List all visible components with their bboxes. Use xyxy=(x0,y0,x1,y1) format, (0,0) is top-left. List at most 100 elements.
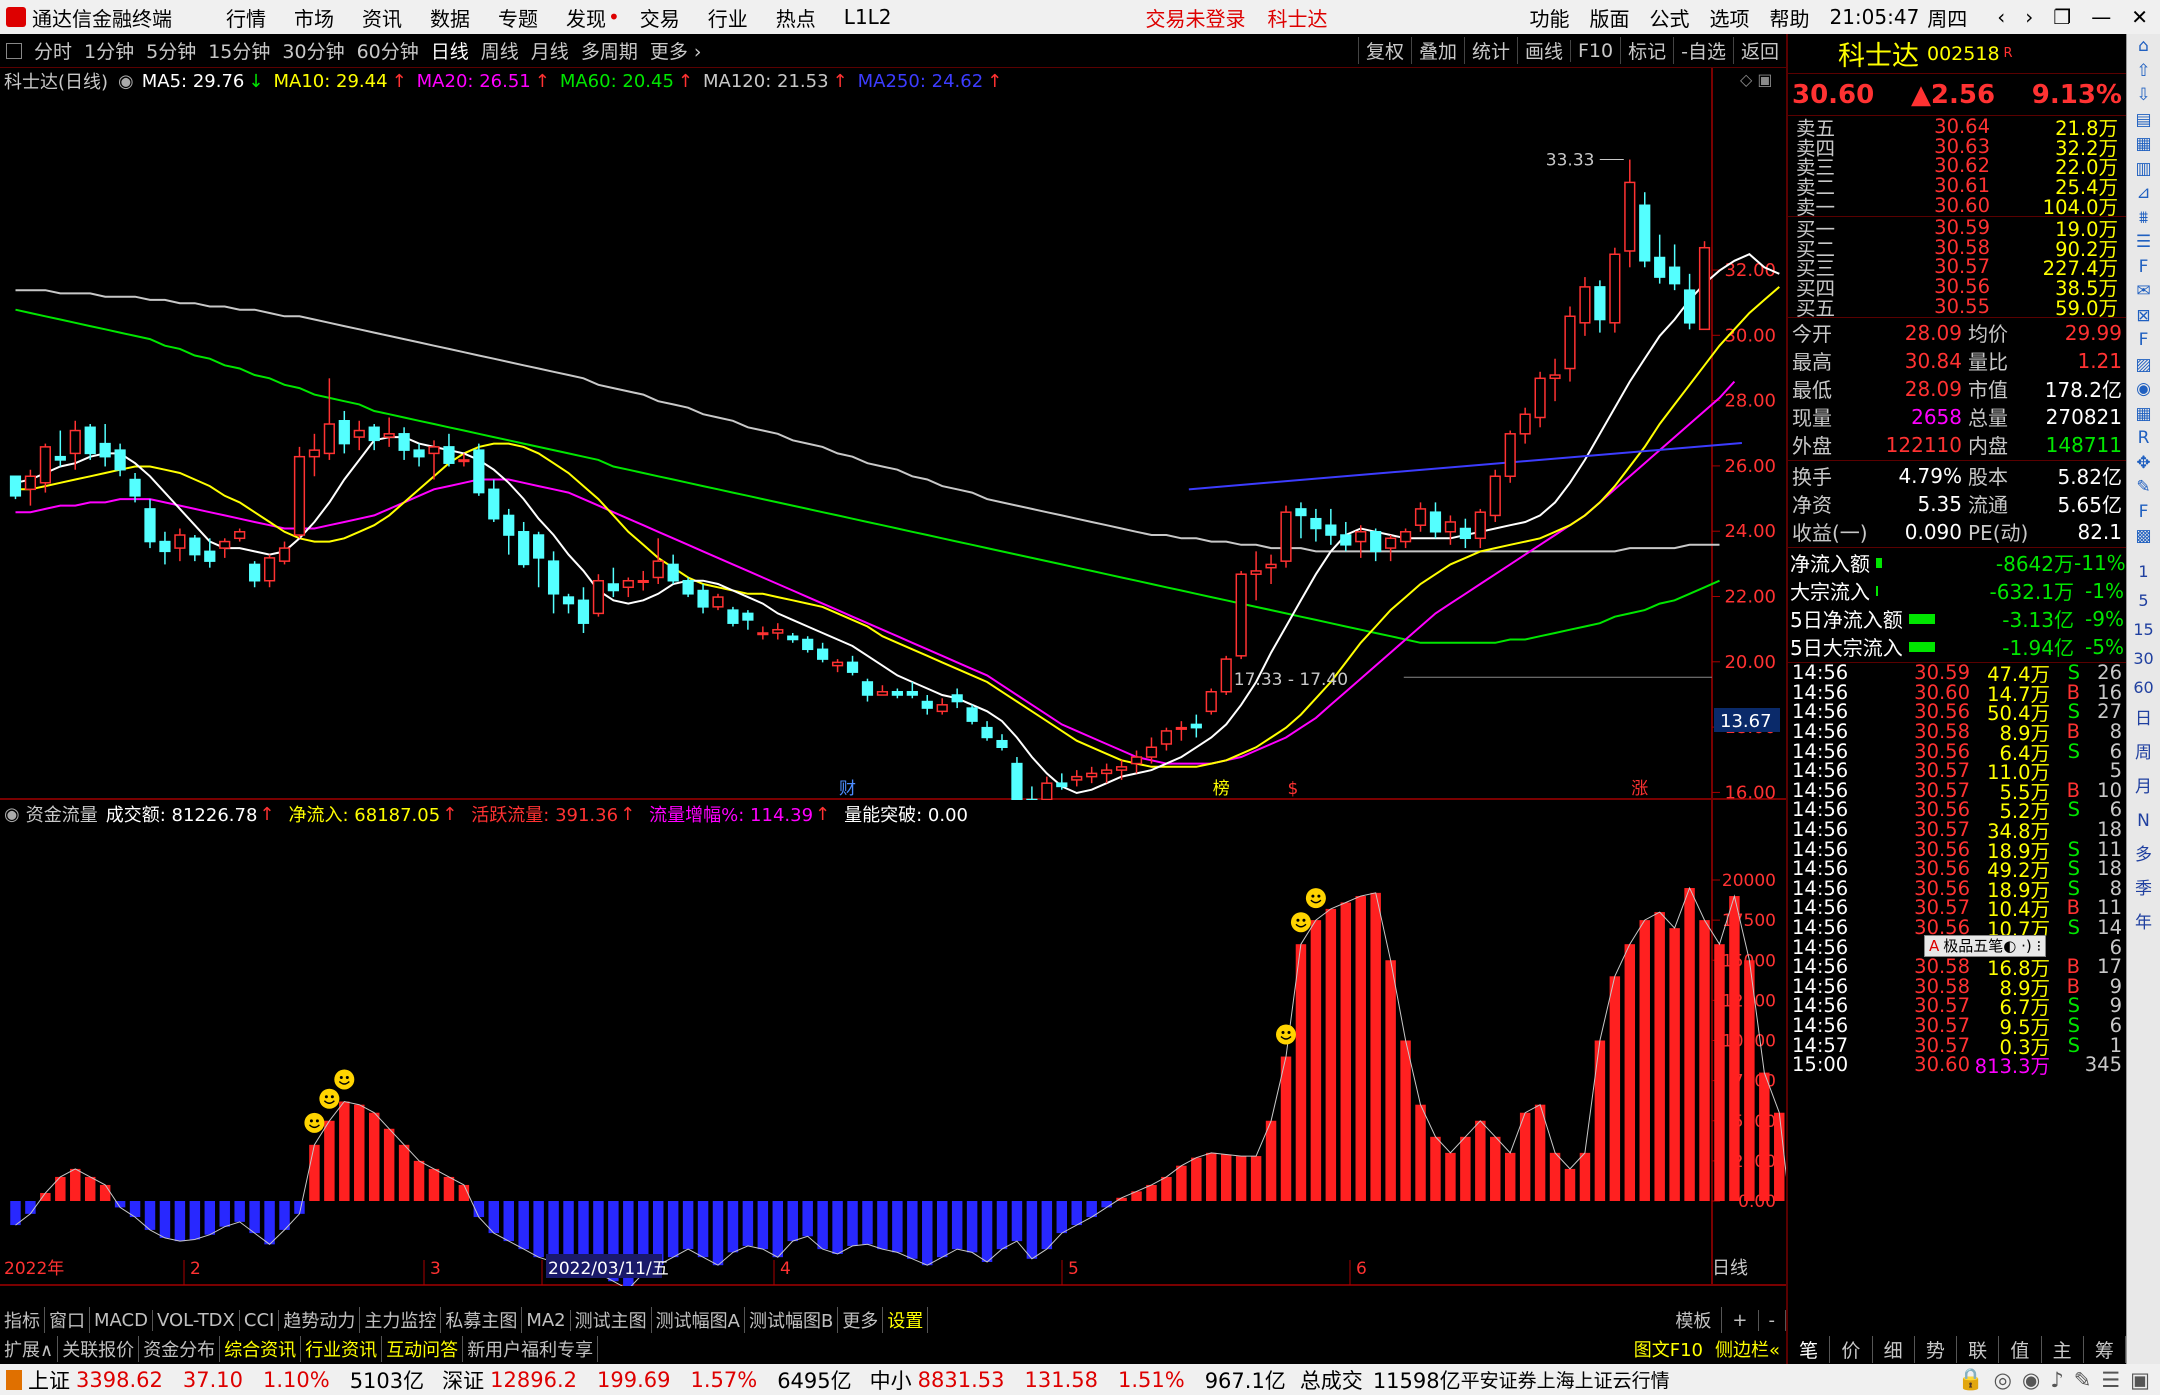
candle[interactable] xyxy=(637,579,649,583)
flow-bar[interactable] xyxy=(951,1201,963,1250)
menu-item-4[interactable]: 专题 xyxy=(484,3,552,32)
flow-bar[interactable] xyxy=(1729,896,1740,1201)
flow-bar[interactable] xyxy=(174,1201,186,1242)
flow-bar[interactable] xyxy=(354,1104,365,1201)
tool-button-6[interactable]: -自选 xyxy=(1673,37,1733,64)
panel-tab-1[interactable]: 价 xyxy=(1830,1335,1873,1363)
grid-icon[interactable]: ▦ xyxy=(2127,132,2160,157)
flow-bar[interactable] xyxy=(907,1201,918,1259)
flow-bar[interactable] xyxy=(892,1201,903,1253)
flow-bar[interactable] xyxy=(772,1201,784,1258)
candle[interactable] xyxy=(1175,726,1187,730)
sound-icon[interactable]: ♪ xyxy=(2050,1368,2063,1392)
sidebar-item-2[interactable]: 月 xyxy=(2127,770,2160,804)
candle[interactable] xyxy=(622,579,634,589)
index-tickers[interactable]: 上证 3398.62 37.10 1.10% 5103亿 深证 12896.2 199.69 1… xyxy=(28,1365,1286,1395)
flow-bar[interactable] xyxy=(757,1201,769,1250)
period-tab-9[interactable]: 多周期 xyxy=(575,37,644,64)
period-tab-10[interactable]: 更多 › xyxy=(644,37,708,64)
panel-tab-6[interactable]: 主 xyxy=(2042,1335,2084,1363)
candle[interactable] xyxy=(831,661,844,667)
rsi-icon[interactable]: R xyxy=(2127,426,2160,451)
flow-bar[interactable] xyxy=(413,1160,425,1201)
indicator-tab-10[interactable]: 测试幅图A xyxy=(652,1307,745,1333)
chart-icon[interactable]: ⊿ xyxy=(2127,181,2160,206)
flow-bar[interactable] xyxy=(1744,960,1755,1201)
candle[interactable] xyxy=(1489,475,1501,517)
indicator-tab-3[interactable]: VOL-TDX xyxy=(153,1309,240,1331)
candle[interactable] xyxy=(1444,521,1457,533)
candle[interactable] xyxy=(1519,413,1531,435)
flow-bar[interactable] xyxy=(204,1201,216,1235)
flow-bar[interactable] xyxy=(1624,944,1636,1201)
tool-button-7[interactable]: 返回 xyxy=(1732,37,1786,64)
candle[interactable] xyxy=(219,540,231,549)
candle[interactable] xyxy=(861,681,874,696)
flow-bar[interactable] xyxy=(697,1201,709,1258)
flow-bar[interactable] xyxy=(159,1201,171,1238)
flow-bar[interactable] xyxy=(1026,1201,1038,1259)
template-btn-2[interactable]: - xyxy=(1759,1309,1786,1331)
flow-bar[interactable] xyxy=(1475,1120,1486,1201)
candle[interactable] xyxy=(263,557,276,582)
candle[interactable] xyxy=(338,420,350,445)
flow-bar[interactable] xyxy=(1041,1201,1053,1250)
flow-bar[interactable] xyxy=(1206,1152,1217,1201)
info-tab-3[interactable]: 综合资讯 xyxy=(220,1336,302,1362)
candle[interactable] xyxy=(562,596,575,605)
candle[interactable] xyxy=(9,475,22,497)
candle[interactable] xyxy=(802,638,814,651)
flow-bar[interactable] xyxy=(40,1192,51,1201)
candle[interactable] xyxy=(488,488,500,520)
flow-bar[interactable] xyxy=(324,1120,335,1201)
sidebar-item-4[interactable]: 多 xyxy=(2127,838,2160,872)
lock-icon[interactable]: 🔒 xyxy=(1958,1367,1984,1392)
flow-bar[interactable] xyxy=(1774,1112,1785,1201)
flow-bar[interactable] xyxy=(1280,1056,1292,1201)
candle[interactable] xyxy=(473,449,485,494)
candle[interactable] xyxy=(1130,756,1143,765)
indicator-tab-8[interactable]: MA2 xyxy=(522,1309,571,1331)
circle-icon[interactable]: ◎ xyxy=(1994,1368,2012,1392)
candle[interactable] xyxy=(189,537,201,556)
candle[interactable] xyxy=(204,550,216,562)
flow-bar[interactable] xyxy=(84,1176,96,1201)
flow-bar[interactable] xyxy=(1490,1136,1501,1201)
period-tab-0[interactable]: 分时 xyxy=(28,37,78,64)
candle[interactable] xyxy=(293,455,306,536)
search-icon[interactable]: ◉ xyxy=(2127,377,2160,402)
sidebar-num-1[interactable]: 5 xyxy=(2127,586,2160,615)
sidebar-num-3[interactable]: 30 xyxy=(2127,644,2160,673)
flow-bar[interactable] xyxy=(1534,1104,1546,1201)
candle[interactable] xyxy=(951,694,963,703)
stock-name[interactable]: 科士达 xyxy=(1838,34,1919,73)
candle[interactable] xyxy=(1429,511,1442,533)
flow-bar[interactable] xyxy=(1639,920,1650,1201)
back-icon[interactable]: ‹ xyxy=(1997,5,2005,29)
flow-bar[interactable] xyxy=(398,1144,410,1201)
info-tab-1[interactable]: 关联报价 xyxy=(58,1336,140,1362)
candle[interactable] xyxy=(936,704,948,713)
candle[interactable] xyxy=(1399,531,1412,543)
candle[interactable] xyxy=(144,508,156,543)
flow-bar[interactable] xyxy=(1235,1156,1247,1201)
move-icon[interactable]: ✥ xyxy=(2127,451,2160,476)
candle[interactable] xyxy=(1609,253,1621,324)
candle[interactable] xyxy=(1220,658,1232,693)
grid4-icon[interactable]: ▩ xyxy=(2127,524,2160,549)
indicator-tab-13[interactable]: 设置 xyxy=(883,1307,929,1333)
minimize-icon[interactable]: — xyxy=(2091,5,2111,29)
panel-tab-3[interactable]: 势 xyxy=(1915,1335,1957,1363)
candle[interactable] xyxy=(458,459,470,463)
notice-stock[interactable]: 科士达 xyxy=(1268,3,1328,32)
tool-button-1[interactable]: 叠加 xyxy=(1410,37,1464,64)
candle[interactable] xyxy=(772,628,784,634)
candle[interactable] xyxy=(323,423,335,455)
template-btn-0[interactable]: 模板 xyxy=(1665,1307,1723,1333)
period-tab-5[interactable]: 60分钟 xyxy=(351,37,425,64)
flow-bar[interactable] xyxy=(1445,1152,1456,1201)
flow-bar[interactable] xyxy=(249,1201,260,1234)
flow-bar[interactable] xyxy=(1609,976,1621,1201)
candle[interactable] xyxy=(1086,772,1098,778)
candle[interactable] xyxy=(1310,517,1322,530)
